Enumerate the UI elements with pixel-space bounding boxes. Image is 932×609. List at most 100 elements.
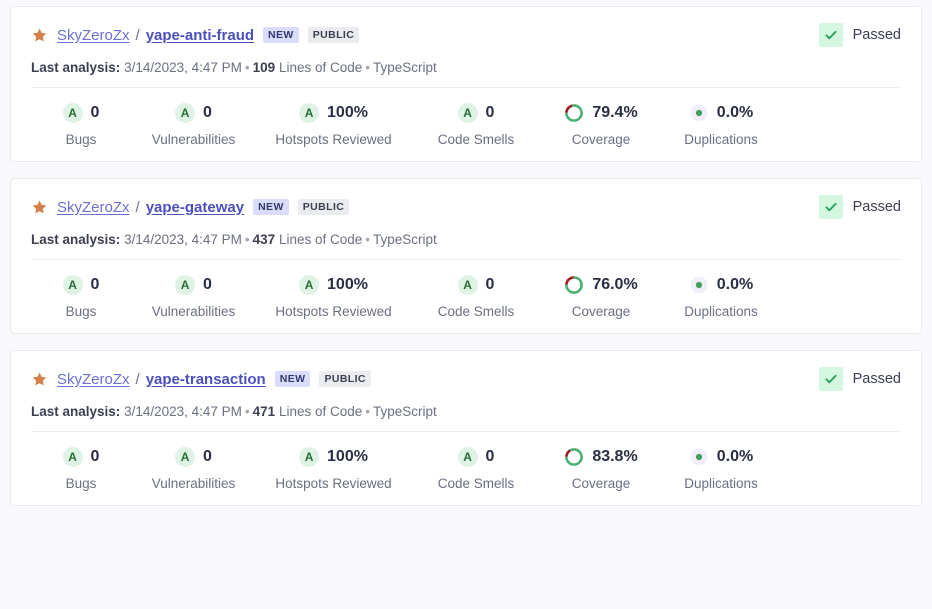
rating-badge: A [457,447,478,467]
metric-duplications[interactable]: 0.0% Duplications [661,446,781,492]
last-analysis-date: 3/14/2023, 4:47 PM [124,404,242,419]
rating-badge: A [457,103,478,123]
meta-separator: • [365,60,370,75]
metric-value: 100% [327,104,368,121]
rating-badge: A [175,275,196,295]
metric-value: 0 [203,276,212,293]
meta-separator: • [244,404,250,419]
organization-link[interactable]: SkyZeroZx [57,27,130,44]
metric-bugs[interactable]: A 0 Bugs [31,446,131,491]
project-meta: Last analysis: 3/14/2023, 4:47 PM • 437 Li… [31,232,901,247]
favorite-star-icon[interactable] [31,27,48,44]
path-separator: / [135,198,140,216]
quality-gate-status: Passed [818,367,901,391]
metric-coverage[interactable]: 83.8% Coverage [541,446,661,491]
metrics-row: A 0 Bugs A 0 Vulnerabilities A 100% Hotspots Rev… [31,102,901,147]
metric-label: Coverage [571,476,631,491]
metric-label: Bugs [65,304,97,319]
badge-public: PUBLIC [307,27,360,43]
organization-link[interactable]: SkyZeroZx [57,199,130,216]
badge-new: NEW [274,371,311,387]
metric-value-row: A0 [175,102,212,124]
rating-badge: A [175,103,196,123]
metric-value-row: A0 [62,102,100,124]
metric-value: 83.8% [592,448,638,465]
metric-value: 0.0% [716,276,754,293]
project-card[interactable]: SkyZeroZx / yape-anti-fraud NEW PUBLIC Passed… [10,6,922,162]
metric-label: Duplications [684,132,758,147]
metric-label: Coverage [571,304,631,319]
metric-value-row: 83.8% [564,446,638,468]
meta-separator: • [244,232,250,247]
metric-label: Duplications [684,476,758,491]
metric-duplications[interactable]: 0.0% Duplications [661,274,781,320]
status-label: Passed [852,371,901,387]
favorite-star-icon[interactable] [31,199,48,216]
metric-value-row: 76.0% [564,274,638,296]
metric-value-row: A0 [457,446,494,468]
project-meta: Last analysis: 3/14/2023, 4:47 PM • 109 Li… [31,60,901,75]
rating-badge: A [62,103,83,123]
project-card[interactable]: SkyZeroZx / yape-gateway NEW PUBLIC Passed Las… [10,178,922,334]
project-card[interactable]: SkyZeroZx / yape-transaction NEW PUBLIC Passe… [10,350,922,506]
metric-value-row: 79.4% [564,102,638,124]
duplications-dot-icon [689,275,709,295]
metric-value: 0 [203,104,212,121]
metric-value: 76.0% [592,276,638,293]
metric-value-row: 0.0% [689,274,753,296]
metric-label: Code Smells [437,304,515,319]
quality-gate-status: Passed [818,23,901,47]
project-name-link[interactable]: yape-gateway [146,199,244,216]
metric-vulnerabilities[interactable]: A 0 Vulnerabilities [131,446,256,491]
metric-value-row: 0.0% [689,446,753,468]
metric-value: 100% [327,276,368,293]
metric-value-row: A0 [457,102,495,124]
metric-value: 0 [90,104,100,121]
metric-code-smells[interactable]: A 0 Code Smells [411,102,541,147]
quality-gate-status: Passed [818,195,901,219]
card-divider [31,259,901,260]
metric-value-row: A0 [175,446,212,468]
badge-new: NEW [253,199,289,215]
metric-label: Duplications [684,304,758,319]
metric-label: Bugs [65,132,97,147]
metric-bugs[interactable]: A 0 Bugs [31,274,131,319]
project-name-link[interactable]: yape-anti-fraud [146,27,254,44]
status-label: Passed [852,27,901,43]
metric-vulnerabilities[interactable]: A 0 Vulnerabilities [131,274,256,319]
check-icon [818,367,843,391]
badge-public: PUBLIC [297,199,350,215]
project-title-block: SkyZeroZx / yape-anti-fraud NEW PUBLIC [31,26,360,44]
project-name-link[interactable]: yape-transaction [146,371,266,388]
metric-vulnerabilities[interactable]: A 0 Vulnerabilities [131,102,256,147]
metric-label: Vulnerabilities [151,304,236,319]
last-analysis-label: Last analysis: [31,232,121,247]
duplications-dot-icon [689,447,709,467]
metric-label: Vulnerabilities [151,132,236,147]
rating-badge: A [62,275,83,295]
organization-link[interactable]: SkyZeroZx [57,371,130,388]
metric-value: 0 [485,104,495,121]
metric-hotspots[interactable]: A 100% Hotspots Reviewed [256,102,411,147]
path-separator: / [135,26,140,44]
metric-coverage[interactable]: 79.4% Coverage [541,102,661,147]
favorite-star-icon[interactable] [31,371,48,388]
metric-value: 0.0% [716,448,754,465]
metric-label: Code Smells [437,132,515,147]
metric-hotspots[interactable]: A 100% Hotspots Reviewed [256,274,411,319]
last-analysis-label: Last analysis: [31,404,121,419]
coverage-donut-icon [564,447,584,467]
metric-label: Coverage [571,132,631,147]
metric-value: 100% [327,448,368,465]
project-card-header: SkyZeroZx / yape-transaction NEW PUBLIC Passe… [31,367,901,391]
metric-duplications[interactable]: 0.0% Duplications [661,102,781,148]
metric-code-smells[interactable]: A 0 Code Smells [411,274,541,319]
rating-badge: A [299,275,320,295]
meta-separator: • [365,232,370,247]
metric-coverage[interactable]: 76.0% Coverage [541,274,661,319]
metric-code-smells[interactable]: A 0 Code Smells [411,446,541,491]
metric-label: Vulnerabilities [151,476,236,491]
meta-separator: • [244,60,250,75]
metric-hotspots[interactable]: A 100% Hotspots Reviewed [256,446,411,491]
metric-bugs[interactable]: A 0 Bugs [31,102,131,147]
